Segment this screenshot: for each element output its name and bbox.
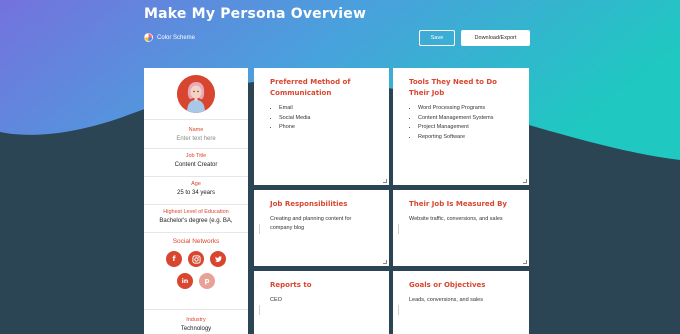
social-row-bottom: in p <box>144 273 248 289</box>
list-item: Word Processing Programs <box>418 104 513 114</box>
responsibilities-text[interactable]: Creating and planning content for compan… <box>270 215 373 233</box>
facebook-icon[interactable]: f <box>166 251 182 267</box>
pinterest-icon[interactable]: p <box>199 273 215 289</box>
age-field[interactable]: Age 25 to 34 years <box>144 177 248 205</box>
list-item: Email <box>279 104 373 114</box>
communication-list: Email Social Media Phone <box>270 104 373 133</box>
goals-text[interactable]: Leads, conversions, and sales <box>409 296 513 305</box>
resize-handle-icon[interactable] <box>523 179 527 183</box>
page-title: Make My Persona Overview <box>144 6 367 22</box>
color-scheme-picker[interactable]: Color Scheme <box>144 33 195 42</box>
card-communication[interactable]: Preferred Method of Communication Email … <box>254 68 389 185</box>
job-title-label: Job Title <box>185 153 207 159</box>
color-wheel-icon[interactable] <box>144 33 153 42</box>
age-label: Age <box>191 181 201 187</box>
card-reports-title: Reports to <box>270 281 312 289</box>
card-measured-title: Their Job Is Measured By <box>409 200 507 208</box>
job-title-value[interactable]: Content Creator <box>147 162 245 168</box>
card-responsibilities[interactable]: Job Responsibilities Creating and planni… <box>254 190 389 266</box>
job-title-field[interactable]: Job Title Content Creator <box>144 149 248 177</box>
avatar-section <box>144 68 248 120</box>
persona-sidebar: Name Enter text here Job Title Content C… <box>144 68 248 334</box>
industry-label: Industry <box>186 317 206 323</box>
resize-handle-icon[interactable] <box>383 260 387 264</box>
social-row-top: f <box>144 251 248 267</box>
industry-value[interactable]: Technology <box>147 326 245 332</box>
education-label: Highest Level of Education <box>163 209 229 215</box>
list-item: Content Management Systems <box>418 114 513 124</box>
list-item: Phone <box>279 123 373 133</box>
card-tools-title: Tools They Need to Do Their Job <box>409 78 497 97</box>
drag-handle-icon[interactable] <box>259 224 260 234</box>
card-measured[interactable]: Their Job Is Measured By Website traffic… <box>393 190 529 266</box>
education-field[interactable]: Highest Level of Education Bachelor's de… <box>144 205 248 233</box>
card-tools[interactable]: Tools They Need to Do Their Job Word Pro… <box>393 68 529 185</box>
list-item: Project Management <box>418 123 513 133</box>
name-input[interactable]: Enter text here <box>147 136 245 142</box>
instagram-icon[interactable] <box>188 251 204 267</box>
measured-text[interactable]: Website traffic, conversions, and sales <box>409 215 513 224</box>
list-item: Social Media <box>279 114 373 124</box>
education-value[interactable]: Bachelor's degree (e.g. BA, <box>147 218 245 224</box>
card-goals-title: Goals or Objectives <box>409 281 486 289</box>
download-export-button[interactable]: Download/Export <box>461 30 530 46</box>
drag-handle-icon[interactable] <box>398 224 399 234</box>
tools-list: Word Processing Programs Content Managem… <box>409 104 513 142</box>
save-button[interactable]: Save <box>419 30 455 46</box>
reports-text[interactable]: CEO <box>270 296 373 305</box>
list-item: Reporting Software <box>418 133 513 143</box>
linkedin-icon[interactable]: in <box>177 273 193 289</box>
twitter-icon[interactable] <box>210 251 226 267</box>
card-responsibilities-title: Job Responsibilities <box>270 200 348 208</box>
age-value[interactable]: 25 to 34 years <box>147 190 245 196</box>
drag-handle-icon[interactable] <box>259 305 260 315</box>
name-field[interactable]: Name Enter text here <box>144 120 248 149</box>
drag-handle-icon[interactable] <box>398 305 399 315</box>
industry-field[interactable]: Industry Technology <box>144 310 248 334</box>
resize-handle-icon[interactable] <box>383 179 387 183</box>
persona-avatar-icon <box>177 74 215 113</box>
resize-handle-icon[interactable] <box>523 260 527 264</box>
name-label: Name <box>188 127 204 133</box>
social-networks-section: Social Networks f in p <box>144 238 248 310</box>
social-networks-title: Social Networks <box>172 238 220 245</box>
card-goals[interactable]: Goals or Objectives Leads, conversions, … <box>393 271 529 334</box>
card-communication-title: Preferred Method of Communication <box>270 78 351 97</box>
avatar[interactable] <box>177 74 215 113</box>
card-reports[interactable]: Reports to CEO <box>254 271 389 334</box>
color-scheme-label: Color Scheme <box>157 34 196 41</box>
